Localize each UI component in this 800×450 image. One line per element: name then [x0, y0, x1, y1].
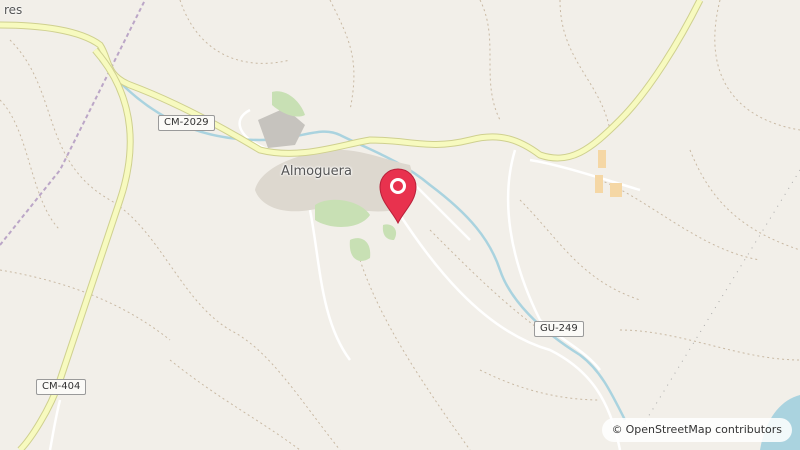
road-shield-cm2029: CM-2029 [158, 115, 215, 131]
place-label-almoguera: Almoguera [281, 164, 352, 179]
map-view[interactable]: res Almoguera CM-2029 GU-249 CM-404 © Ope… [0, 0, 800, 450]
copyright-symbol: © [611, 423, 623, 436]
place-label-partial: res [4, 3, 23, 17]
map-attribution: © OpenStreetMap contributors [601, 418, 792, 442]
park-area [349, 238, 371, 261]
railway-line [0, 0, 146, 246]
industrial-plots [595, 150, 622, 197]
attribution-link[interactable]: OpenStreetMap contributors [626, 423, 782, 436]
road-shield-cm404: CM-404 [36, 379, 87, 395]
road-shield-gu249: GU-249 [534, 321, 584, 337]
map-pin-icon[interactable] [378, 167, 418, 227]
map-pin-graphic [379, 168, 417, 225]
power-line [639, 169, 800, 431]
